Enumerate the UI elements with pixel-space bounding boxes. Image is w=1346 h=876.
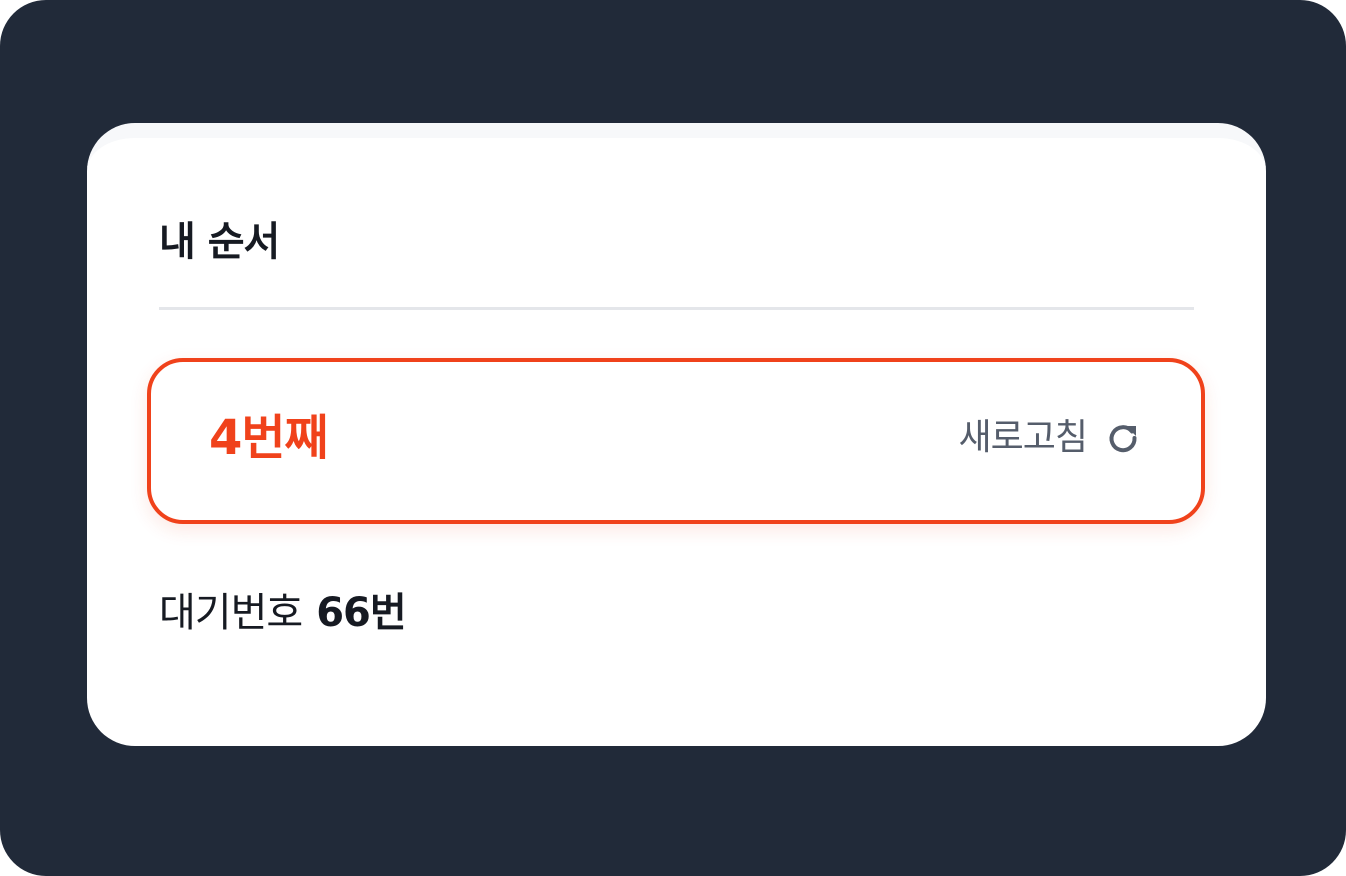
queue-card: 내 순서 4번째 새로고침 대기번호 66번: [87, 123, 1266, 746]
refresh-label: 새로고침: [958, 417, 1088, 458]
queue-position-box: 4번째 새로고침: [147, 358, 1205, 524]
queue-position: 4번째: [209, 410, 329, 466]
waiting-number-row: 대기번호 66번: [159, 590, 407, 636]
app-frame: 내 순서 4번째 새로고침 대기번호 66번: [0, 0, 1346, 876]
page-title: 내 순서: [159, 219, 280, 265]
waiting-label: 대기번호: [159, 590, 303, 636]
waiting-number: 66번: [316, 590, 406, 636]
divider: [159, 307, 1194, 310]
refresh-button[interactable]: 새로고침: [959, 420, 1141, 456]
refresh-icon: [1105, 420, 1141, 456]
